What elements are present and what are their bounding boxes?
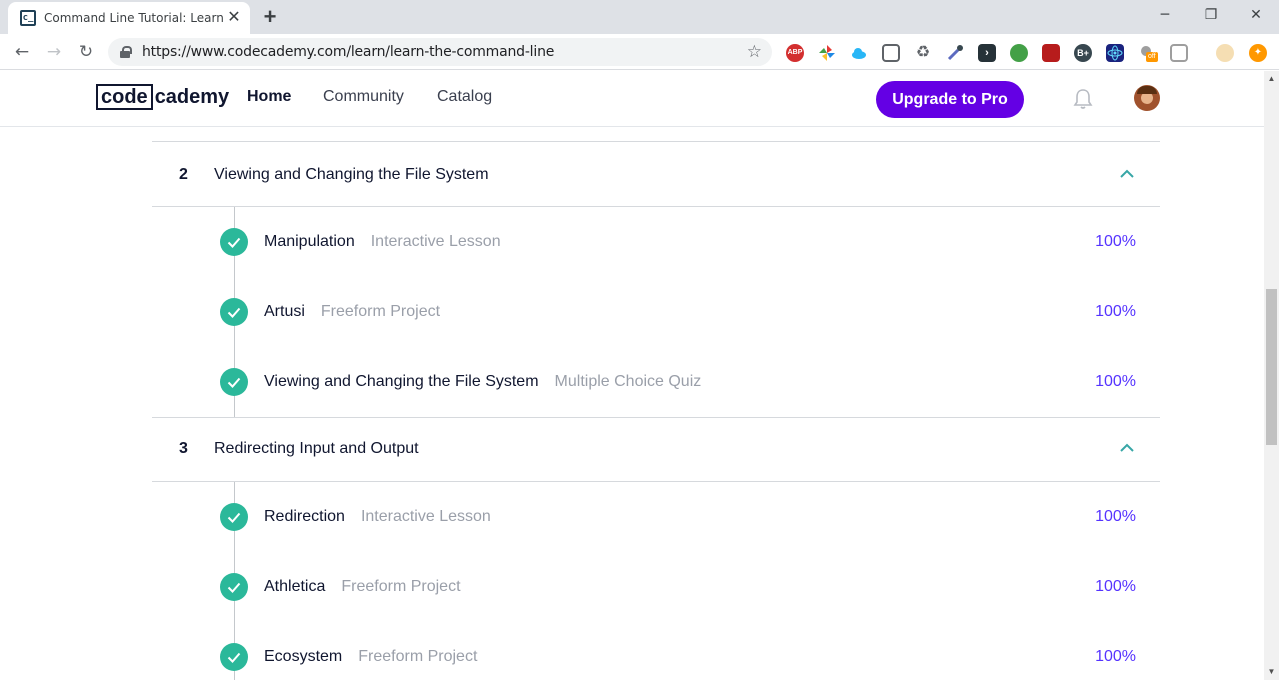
terminal-extension-icon[interactable]: › [978, 44, 996, 62]
bplus-extension-icon[interactable]: B+ [1074, 44, 1092, 62]
browser-tab-strip: c_ Command Line Tutorial: Learn Th ✕ + ─… [0, 0, 1279, 34]
restore-window-icon[interactable]: ❐ [1188, 0, 1234, 30]
chevron-up-icon[interactable] [1119, 169, 1135, 179]
lesson-title: Athletica Freeform Project [264, 578, 461, 595]
module-title: Viewing and Changing the File System [214, 166, 489, 183]
lesson-progress: 100% [1095, 373, 1136, 390]
close-window-icon[interactable]: ✕ [1233, 0, 1279, 30]
extension-off-badge: off [1146, 52, 1158, 62]
pinwheel-extension-icon[interactable] [818, 44, 836, 62]
browser-toolbar: ← → ↻ https://www.codecademy.com/learn/l… [0, 34, 1279, 70]
bookmark-star-icon[interactable]: ☆ [747, 42, 762, 62]
logo-cademy: cademy [154, 85, 230, 108]
forward-arrow-icon[interactable]: → [42, 40, 66, 64]
lesson-title: Redirection Interactive Lesson [264, 508, 491, 525]
nav-community[interactable]: Community [323, 88, 404, 106]
lesson-progress: 100% [1095, 303, 1136, 320]
eyedropper-extension-icon[interactable] [946, 44, 964, 62]
notification-extension-icon[interactable]: ✦ [1249, 44, 1267, 62]
divider [152, 481, 1160, 482]
divider [152, 417, 1160, 418]
browser-tab[interactable]: c_ Command Line Tutorial: Learn Th ✕ [8, 2, 250, 34]
url-text: https://www.codecademy.com/learn/learn-t… [142, 44, 555, 60]
recycle-extension-icon[interactable]: ♻ [914, 44, 932, 62]
lesson-type: Interactive Lesson [360, 508, 491, 525]
checkmark-icon [220, 368, 248, 396]
profile-avatar-icon[interactable] [1216, 44, 1234, 62]
logo-code-box: code [96, 84, 153, 110]
upgrade-to-pro-button[interactable]: Upgrade to Pro [876, 81, 1024, 118]
checkmark-icon [220, 643, 248, 671]
lesson-progress: 100% [1095, 578, 1136, 595]
close-tab-icon[interactable]: ✕ [226, 10, 242, 26]
lesson-type: Interactive Lesson [370, 233, 501, 250]
scrollbar-thumb[interactable] [1266, 289, 1277, 445]
checkmark-icon [220, 298, 248, 326]
module-number: 2 [179, 166, 188, 183]
lesson-type: Freeform Project [341, 578, 461, 595]
lesson-progress: 100% [1095, 233, 1136, 250]
address-bar[interactable]: https://www.codecademy.com/learn/learn-t… [108, 38, 772, 66]
checkmark-icon [220, 573, 248, 601]
divider [152, 141, 1160, 142]
lesson-title: Manipulation Interactive Lesson [264, 233, 501, 250]
cast-icon[interactable] [1170, 44, 1188, 62]
module-number: 3 [179, 440, 188, 457]
lesson-title: Artusi Freeform Project [264, 303, 441, 320]
lesson-title: Viewing and Changing the File System Mult… [264, 373, 702, 390]
reload-icon[interactable]: ↻ [74, 40, 98, 64]
back-arrow-icon[interactable]: ← [10, 40, 34, 64]
lesson-progress: 100% [1095, 508, 1136, 525]
module-title: Redirecting Input and Output [214, 440, 419, 457]
lesson-type: Freeform Project [320, 303, 441, 320]
nav-catalog[interactable]: Catalog [437, 88, 492, 106]
adblock-plus-icon[interactable]: ABP [786, 44, 804, 62]
divider [152, 206, 1160, 207]
codecademy-favicon-icon: c_ [20, 10, 36, 26]
lesson-type: Freeform Project [358, 648, 478, 665]
tab-title: Command Line Tutorial: Learn Th [44, 11, 226, 25]
site-header: code cademy Home Community Catalog Upgra… [0, 71, 1264, 127]
scroll-up-arrow-icon[interactable]: ▲ [1264, 71, 1279, 87]
lock-icon [120, 46, 132, 58]
codecademy-logo[interactable]: code cademy [96, 84, 229, 110]
syllabus: 2 Viewing and Changing the File System M… [0, 127, 1264, 680]
lesson-type: Multiple Choice Quiz [554, 373, 702, 390]
react-extension-icon[interactable] [1106, 44, 1124, 62]
scroll-down-arrow-icon[interactable]: ▼ [1264, 664, 1279, 680]
checkmark-icon [220, 228, 248, 256]
nav-home[interactable]: Home [247, 88, 291, 106]
page-scrollbar[interactable]: ▲ ▼ [1264, 71, 1279, 680]
evernote-extension-icon[interactable] [1010, 44, 1028, 62]
notification-bell-icon[interactable] [1073, 88, 1093, 110]
dark-mode-extension-icon[interactable]: off [1138, 44, 1158, 62]
checkmark-icon [220, 503, 248, 531]
lesson-title: Ecosystem Freeform Project [264, 648, 478, 665]
code-extension-icon[interactable] [882, 44, 900, 62]
new-tab-button[interactable]: + [256, 4, 284, 30]
chevron-up-icon[interactable] [1119, 443, 1135, 453]
user-avatar[interactable] [1134, 85, 1160, 111]
lesson-progress: 100% [1095, 648, 1136, 665]
cloud-extension-icon[interactable] [850, 44, 868, 62]
pdf-extension-icon[interactable] [1042, 44, 1060, 62]
minimize-window-icon[interactable]: ─ [1142, 0, 1188, 30]
